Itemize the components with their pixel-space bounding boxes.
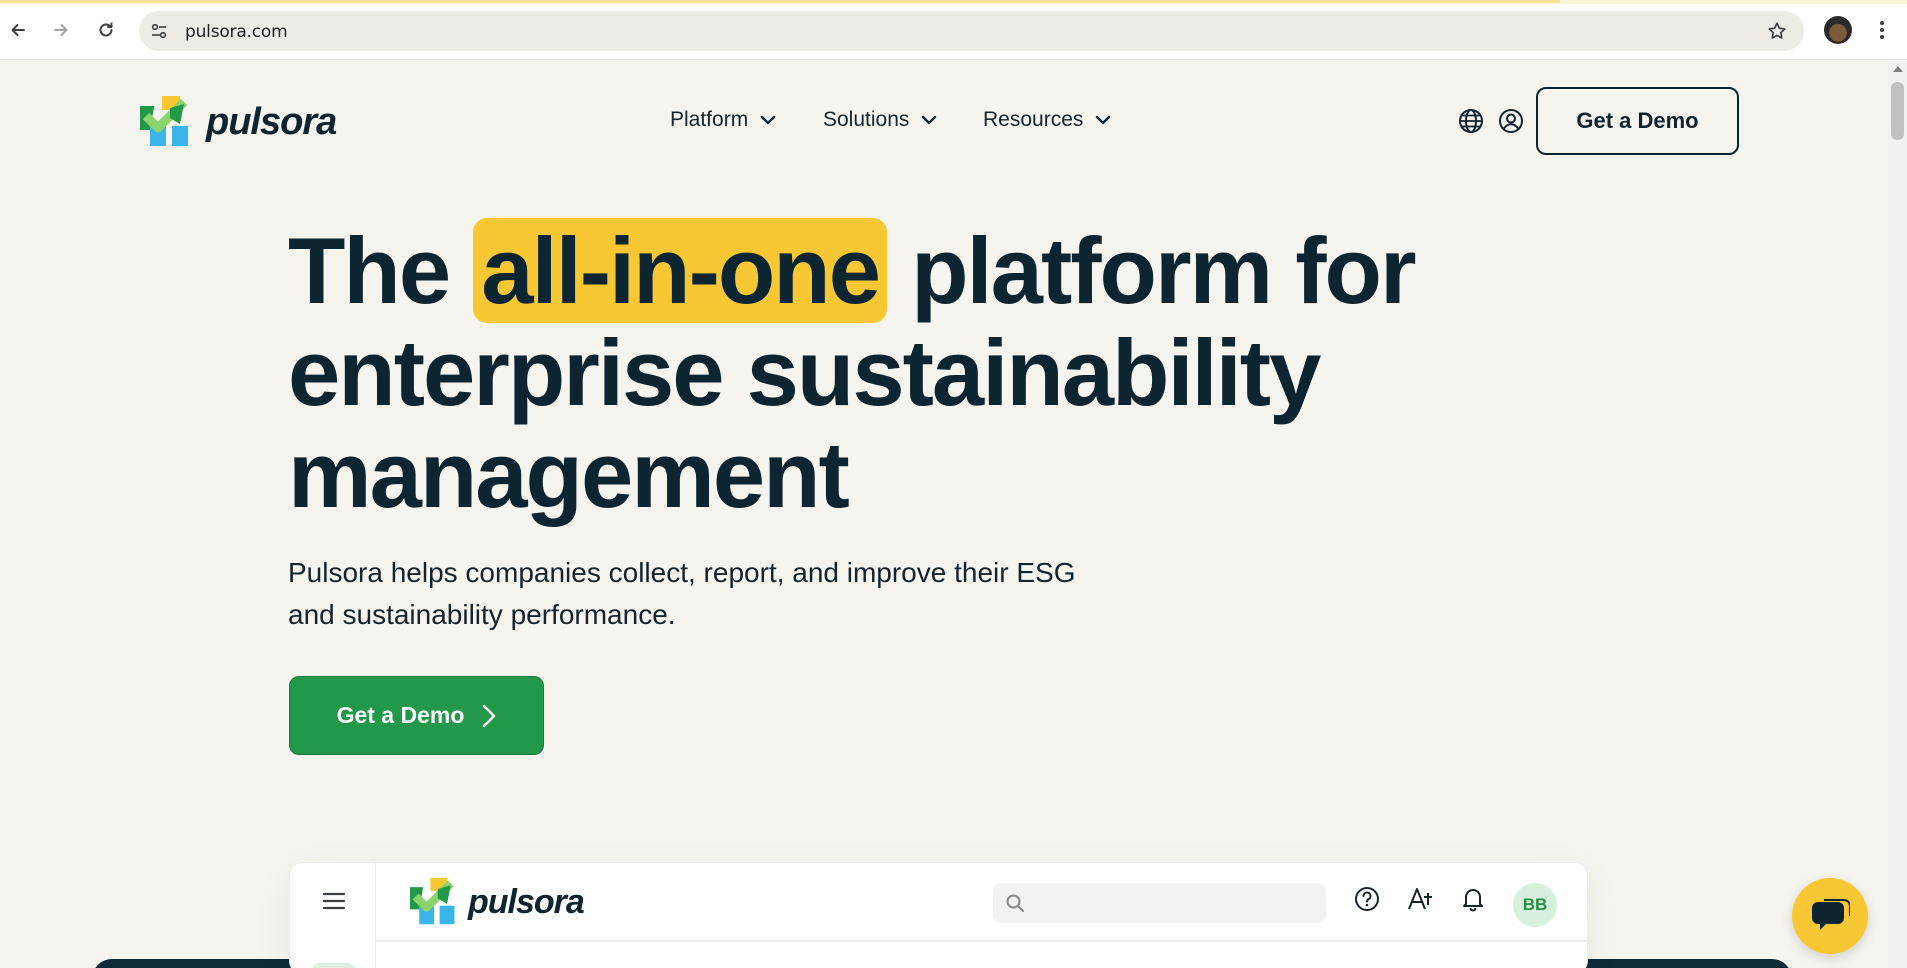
scroll-up-arrow-icon[interactable]	[1893, 66, 1903, 72]
preview-logo: pulsora	[410, 877, 585, 927]
forward-arrow-icon[interactable]	[45, 14, 77, 46]
text-size-icon	[1408, 888, 1432, 910]
chevron-right-icon	[483, 704, 496, 727]
pulsora-logo-icon	[140, 96, 188, 146]
hero-subtitle: Pulsora helps companies collect, report,…	[288, 552, 1148, 636]
user-account-icon[interactable]	[1498, 108, 1524, 134]
hero-subtitle-line1: Pulsora helps companies collect, report,…	[288, 557, 1076, 588]
logo-wordmark: pulsora	[206, 100, 337, 143]
site-logo[interactable]: pulsora	[140, 96, 337, 148]
pulsora-logo-icon	[410, 877, 455, 925]
chevron-down-icon	[760, 115, 776, 125]
hero-get-demo-button[interactable]: Get a Demo	[289, 676, 544, 755]
scroll-thumb[interactable]	[1891, 82, 1904, 140]
nav-resources[interactable]: Resources	[983, 108, 1111, 132]
chevron-down-icon	[1096, 115, 1111, 125]
reload-icon[interactable]	[90, 14, 122, 46]
tune-icon[interactable]	[149, 21, 169, 41]
hamburger-menu-icon	[322, 892, 346, 910]
hero-get-demo-label: Get a Demo	[336, 702, 465, 728]
hero-title-line3: management	[288, 422, 850, 527]
back-arrow-icon[interactable]	[2, 14, 34, 46]
search-icon	[1006, 894, 1024, 912]
hero-subtitle-line2: and sustainability performance.	[288, 599, 676, 630]
hero-title-line1-post: platform for	[887, 218, 1416, 323]
bell-icon	[1463, 889, 1483, 912]
preview-sidebar	[290, 863, 376, 968]
preview-user-avatar: BB	[1513, 883, 1557, 927]
preview-logo-wordmark: pulsora	[468, 882, 585, 921]
loading-stripe	[0, 0, 1907, 4]
globe-icon[interactable]	[1458, 108, 1484, 134]
hero-title-line2: enterprise sustainability	[288, 320, 1321, 425]
preview-divider	[376, 940, 1587, 942]
nav-solutions[interactable]: Solutions	[823, 108, 937, 132]
preview-search-input	[993, 883, 1326, 923]
address-bar[interactable]: pulsora.com	[139, 11, 1804, 51]
hero-title: The all-in-one platform for enterprise s…	[288, 218, 1417, 527]
hero-title-highlight: all-in-one	[473, 218, 888, 323]
hero-title-pre: The	[288, 218, 474, 323]
browser-toolbar: pulsora.com	[0, 0, 1907, 60]
header-get-demo-button[interactable]: Get a Demo	[1536, 87, 1739, 155]
nav-platform-label: Platform	[670, 108, 749, 131]
profile-avatar[interactable]	[1824, 16, 1852, 44]
nav-platform[interactable]: Platform	[670, 108, 776, 132]
chat-bubble-icon	[1812, 899, 1850, 930]
app-preview: pulsora BB	[290, 863, 1587, 968]
star-icon[interactable]	[1766, 20, 1788, 42]
sidebar-active-item	[312, 963, 356, 968]
page-scrollbar[interactable]	[1888, 60, 1907, 968]
chevron-down-icon	[922, 115, 937, 125]
nav-resources-label: Resources	[983, 108, 1084, 131]
url-text[interactable]: pulsora.com	[185, 22, 288, 42]
kebab-menu-icon[interactable]	[1872, 18, 1892, 42]
chat-widget-button[interactable]	[1792, 878, 1868, 954]
nav-solutions-label: Solutions	[823, 108, 910, 131]
help-icon	[1355, 886, 1379, 912]
